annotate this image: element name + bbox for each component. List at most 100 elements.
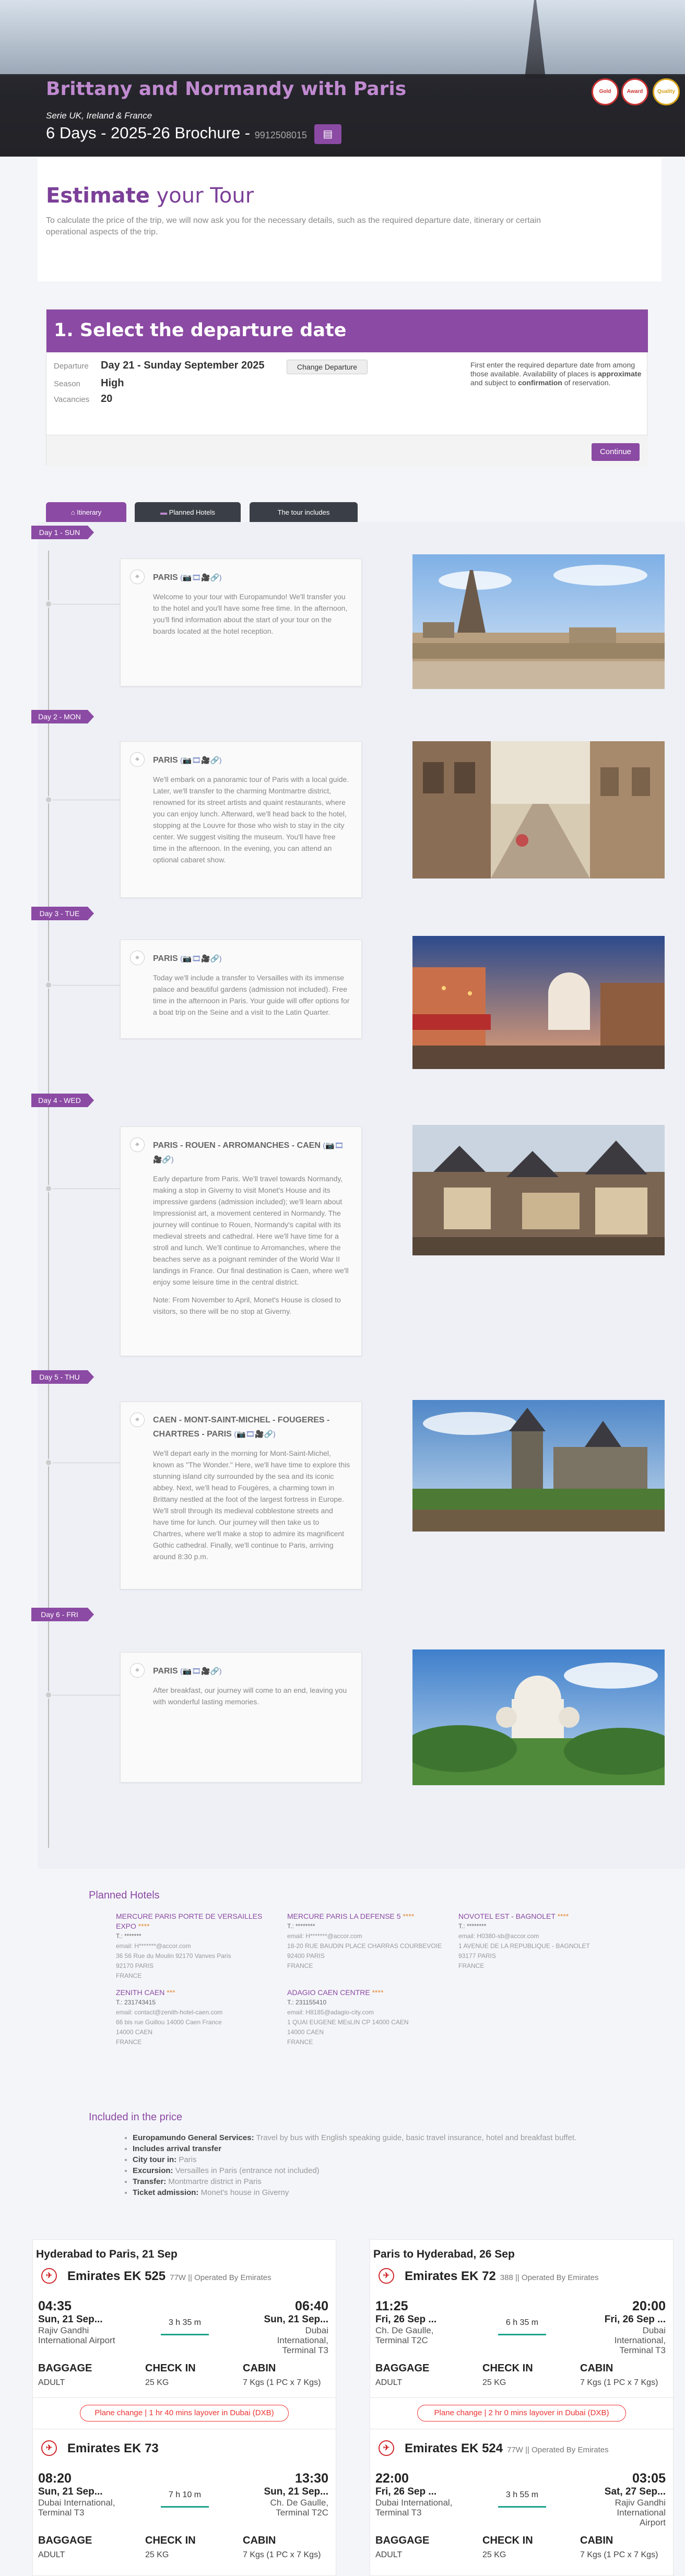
hotel-stars: *** (167, 1988, 175, 1997)
hotel-stars: **** (372, 1988, 384, 1997)
tab-tour-includes-label: The tour includes (277, 508, 330, 516)
arrival-time: 03:05 (632, 2471, 666, 2486)
hotel-card: MERCURE PARIS LA DEFENSE 5 **** T.: ****… (287, 1912, 449, 1971)
day-description: Today we'll include a transfer to Versai… (153, 974, 350, 1016)
divider (370, 2397, 674, 2398)
cabin-header: CABIN (580, 2535, 613, 2546)
tab-planned-hotels[interactable]: ▬ Planned Hotels (135, 502, 241, 523)
cabin-header: CABIN (580, 2363, 613, 2374)
day-city: PARIS (📷🎞🎥🔗) (153, 952, 351, 966)
arrival-time: 06:40 (295, 2299, 328, 2313)
continue-button[interactable]: Continue (592, 443, 640, 461)
hotel-address: 36 56 Rue du Moulin 92170 Vanves Paris (116, 1952, 231, 1960)
planned-hotels-title: Planned Hotels (89, 1890, 160, 1901)
included-title: Included in the price (89, 2111, 183, 2123)
departure-date: Fri, 26 Sep ... (375, 2314, 437, 2325)
hotel-city: 92400 PARIS (287, 1952, 325, 1960)
day-city: PARIS (📷🎞🎥🔗) (153, 571, 351, 585)
flight-heading: Paris to Hyderabad, 26 Sep (373, 2248, 515, 2260)
flight-number: Emirates EK 525 (67, 2269, 166, 2283)
airline-name: Emirates EK 524 77W || Operated By Emirat… (405, 2441, 609, 2456)
hotel-stars: **** (557, 1912, 569, 1920)
vacancies-label: Vacancies (54, 395, 90, 404)
hotel-name-link[interactable]: NOVOTEL EST - BAGNOLET **** (458, 1912, 620, 1921)
list-item: Excursion: Versailles in Paris (entrance… (133, 2165, 629, 2176)
included-label: Excursion: (133, 2166, 173, 2175)
media-icons[interactable]: (📷🎞🎥🔗) (180, 954, 221, 963)
day-card-5: ⌖ CAEN - MONT-SAINT-MICHEL - FOUGERES - … (120, 1402, 362, 1589)
hotel-stars: **** (138, 1922, 150, 1930)
day-description: Early departure from Paris. We'll travel… (153, 1174, 349, 1286)
hotel-phone: T.: ******* (116, 1932, 141, 1940)
hotel-email: email: H8185@adagio-city.com (287, 2009, 374, 2016)
estimate-heading-rest: your Tour (149, 184, 254, 208)
hotel-name-link[interactable]: MERCURE PARIS PORTE DE VERSAILLES EXPO *… (116, 1912, 278, 1931)
flight-duration: 3 h 55 m (493, 2490, 551, 2508)
flight-itinerary-box: Hyderabad to Paris, 21 Sep ✈ Emirates EK… (32, 2239, 337, 2576)
bed-icon: ▬ (160, 508, 169, 516)
day-label-3: Day 3 - TUE (31, 907, 94, 920)
vacancies-value: 20 (101, 393, 113, 405)
hotel-country: FRANCE (287, 2038, 313, 2046)
departure-place: Dubai International, Terminal T3 (375, 2498, 453, 2518)
tab-tour-includes[interactable]: The tour includes (250, 502, 358, 523)
cabin-header: CABIN (243, 2363, 276, 2374)
timeline-dot (45, 600, 52, 608)
hotel-name[interactable]: MERCURE PARIS LA DEFENSE 5 (287, 1912, 401, 1920)
hotel-phone: T.: 231155410 (287, 1999, 327, 2006)
departure-panel: 1. Select the departure date Departure D… (46, 309, 648, 466)
day-card-1: ⌖ PARIS (📷🎞🎥🔗) Welcome to your tour with… (120, 559, 362, 686)
cabin-value: 7 Kgs (1 PC x 7 Kgs) (580, 2550, 658, 2559)
hotel-name-link[interactable]: ZENITH CAEN *** (116, 1988, 278, 1998)
file-pdf-icon[interactable]: ▤ (314, 124, 341, 144)
checkin-header: CHECK IN (482, 2363, 533, 2374)
arrival-date: Fri, 26 Sep ... (604, 2314, 666, 2325)
hotel-city: 93177 PARIS (458, 1952, 496, 1960)
day-city: PARIS (📷🎞🎥🔗) (153, 753, 351, 767)
airline-name: Emirates EK 73 (67, 2441, 163, 2456)
hotel-name[interactable]: ZENITH CAEN (116, 1988, 164, 1997)
airline-row: ✈ Emirates EK 72 388 || Operated By Emira… (373, 2266, 666, 2287)
hotel-card: NOVOTEL EST - BAGNOLET **** T.: ********… (458, 1912, 620, 1971)
media-icons[interactable]: (📷🎞🎥🔗) (180, 756, 221, 764)
hotel-name[interactable]: ADAGIO CAEN CENTRE (287, 1988, 370, 1997)
departure-time: 04:35 (38, 2299, 72, 2313)
day-card-3: ⌖ PARIS (📷🎞🎥🔗) Today we'll include a tra… (120, 940, 362, 1039)
media-icons[interactable]: (📷🎞🎥🔗) (234, 1430, 275, 1438)
arrival-date: Sun, 21 Sep... (264, 2486, 328, 2497)
hotel-address: 66 bis rue Guillou 14000 Caen France (116, 2019, 222, 2026)
hotel-name-link[interactable]: ADAGIO CAEN CENTRE **** (287, 1988, 449, 1998)
list-item: Transfer: Montmartre district in Paris (133, 2176, 629, 2187)
day-card-4: ⌖ PARIS - ROUEN - ARROMANCHES - CAEN (📷🎞… (120, 1126, 362, 1356)
hotel-city: 14000 CAEN (287, 2028, 324, 2036)
day-note: Note: From November to April, Monet's Ho… (153, 1296, 341, 1315)
day-label-6: Day 6 - FRI (31, 1608, 94, 1621)
hotel-name-link[interactable]: MERCURE PARIS LA DEFENSE 5 **** (287, 1912, 449, 1921)
airline-name: Emirates EK 525 77W || Operated By Emirat… (67, 2269, 271, 2284)
flight-meta: 388 || Operated By Emirates (500, 2273, 599, 2282)
change-departure-button[interactable]: Change Departure (287, 360, 368, 374)
day-description: We'll depart early in the morning for Mo… (153, 1449, 350, 1561)
airline-name: Emirates EK 72 388 || Operated By Emirate… (405, 2269, 598, 2284)
arrival-date: Sat, 27 Sep... (604, 2486, 666, 2497)
map-pin-icon: ⌖ (130, 1663, 145, 1678)
cabin-header: CABIN (243, 2535, 276, 2546)
day-city-name: PARIS (153, 573, 178, 582)
tab-itinerary[interactable]: ⌂ Itinerary (46, 502, 126, 523)
list-item: Includes arrival transfer (133, 2143, 629, 2154)
day-city: PARIS (📷🎞🎥🔗) (153, 1664, 351, 1678)
layover-badge: Plane change | 1 hr 40 mins layover in D… (80, 2405, 289, 2421)
media-icons[interactable]: (📷🎞🎥🔗) (180, 1667, 221, 1675)
timeline-dot (45, 1185, 52, 1192)
day-label-5: Day 5 - THU (31, 1370, 94, 1384)
media-icons[interactable]: (📷🎞🎥🔗) (180, 573, 221, 581)
checkin-header: CHECK IN (145, 2363, 196, 2374)
estimate-section: Estimate your Tour To calculate the pric… (38, 158, 662, 281)
departure-time: 08:20 (38, 2471, 72, 2486)
flight-number: Emirates EK 73 (67, 2441, 159, 2455)
emirates-logo-icon: ✈ (41, 2440, 57, 2456)
hotel-name[interactable]: NOVOTEL EST - BAGNOLET (458, 1912, 556, 1920)
hotel-address: 18-20 RUE BAUDIN PLACE CHARRAS COURBEVOI… (287, 1942, 442, 1950)
departure-note: First enter the required departure date … (470, 361, 643, 387)
departure-label: Departure (54, 362, 89, 371)
